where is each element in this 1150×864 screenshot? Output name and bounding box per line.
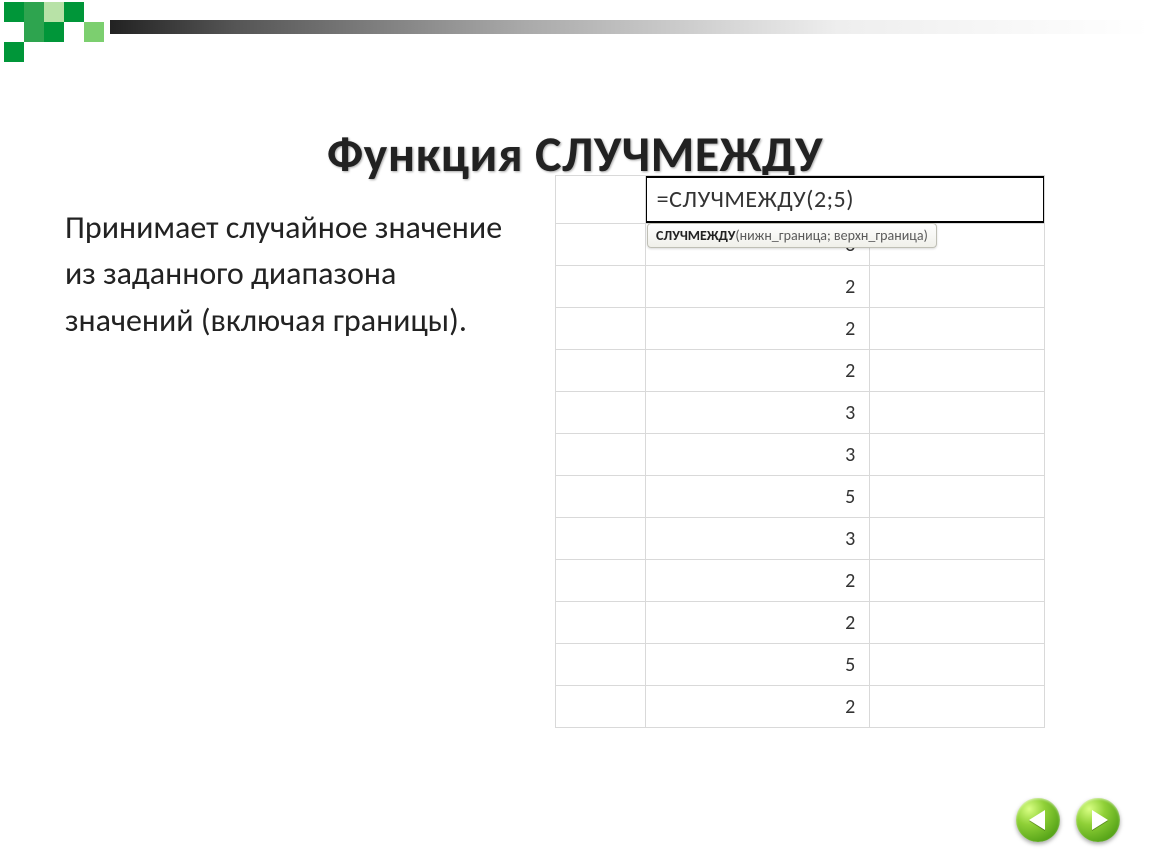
spreadsheet-snippet: =СЛУЧМЕЖДУ(2;5) 3 2 2 2 3 3 5 3 2 2 5 2 … bbox=[555, 175, 1045, 728]
table-row: 3 bbox=[556, 518, 1045, 560]
formula-cell: =СЛУЧМЕЖДУ(2;5) bbox=[645, 176, 1045, 223]
formula-row: =СЛУЧМЕЖДУ(2;5) bbox=[556, 176, 1045, 224]
cell-value: 3 bbox=[645, 434, 870, 476]
table-row: 3 bbox=[556, 434, 1045, 476]
cell-value: 5 bbox=[645, 644, 870, 686]
table-row: 2 bbox=[556, 266, 1045, 308]
cell-value: 5 bbox=[645, 476, 870, 518]
table-row: 3 bbox=[556, 392, 1045, 434]
cell-value: 3 bbox=[645, 518, 870, 560]
cell-value: 3 bbox=[645, 392, 870, 434]
decorative-blocks bbox=[0, 0, 120, 70]
formula-text: =СЛУЧМЕЖДУ(2;5) bbox=[657, 185, 854, 214]
tooltip-fn: СЛУЧМЕЖДУ bbox=[656, 227, 735, 244]
formula-tooltip: СЛУЧМЕЖДУ(нижн_граница; верхн_граница) bbox=[647, 223, 937, 248]
cell-value: 2 bbox=[645, 686, 870, 728]
cell-value: 2 bbox=[645, 308, 870, 350]
table-row: 2 bbox=[556, 308, 1045, 350]
table-row: 2 bbox=[556, 602, 1045, 644]
prev-button[interactable] bbox=[1016, 798, 1060, 842]
cell-value: 2 bbox=[645, 602, 870, 644]
table-row: 5 bbox=[556, 644, 1045, 686]
slide-description: Принимает случайное значение из заданног… bbox=[65, 205, 515, 344]
table-row: 2 bbox=[556, 686, 1045, 728]
arrow-right-icon bbox=[1092, 810, 1108, 830]
top-gradient-bar bbox=[110, 20, 1150, 34]
table-row: 2 bbox=[556, 350, 1045, 392]
cell-value: 2 bbox=[645, 266, 870, 308]
tooltip-args: (нижн_граница; верхн_граница) bbox=[735, 227, 927, 244]
table-row: 2 bbox=[556, 560, 1045, 602]
spreadsheet-table: =СЛУЧМЕЖДУ(2;5) 3 2 2 2 3 3 5 3 2 2 5 2 bbox=[555, 175, 1045, 728]
next-button[interactable] bbox=[1076, 798, 1120, 842]
table-row: 5 bbox=[556, 476, 1045, 518]
cell-value: 2 bbox=[645, 560, 870, 602]
cell-value: 2 bbox=[645, 350, 870, 392]
arrow-left-icon bbox=[1029, 810, 1045, 830]
